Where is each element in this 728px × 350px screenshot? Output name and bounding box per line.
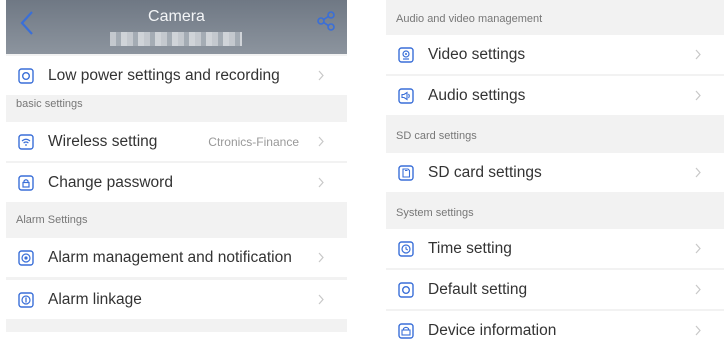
- section-header-alarm-settings: Alarm Settings: [16, 214, 88, 226]
- device-info-icon: [398, 322, 414, 339]
- section-header-sd-card: SD card settings: [396, 130, 477, 142]
- navigation-header: Camera: [6, 0, 347, 54]
- right-settings-panel: Audio and video management Video setting…: [386, 0, 724, 350]
- time-setting-row[interactable]: Time setting: [386, 229, 724, 268]
- chevron-right-icon: [318, 136, 324, 147]
- chevron-right-icon: [318, 294, 324, 305]
- row-label: Time setting: [428, 239, 512, 257]
- row-label: Default setting: [428, 280, 528, 298]
- chevron-right-icon: [695, 243, 701, 254]
- row-label: Audio settings: [428, 86, 526, 104]
- row-label: Device information: [428, 321, 557, 339]
- row-label: Alarm linkage: [48, 290, 142, 308]
- default-setting-row[interactable]: Default setting: [386, 270, 724, 309]
- lock-icon: [18, 174, 34, 191]
- section-header-basic-settings: basic settings: [16, 98, 83, 110]
- section-header-audio-video: Audio and video management: [396, 13, 543, 25]
- low-power-settings-row[interactable]: Low power settings and recording: [6, 56, 347, 95]
- chevron-right-icon: [695, 325, 701, 336]
- device-information-row[interactable]: Device information: [386, 311, 724, 350]
- device-id-blurred: [110, 32, 242, 46]
- sd-card-icon: [398, 164, 414, 181]
- gear-icon: [398, 281, 414, 298]
- chevron-right-icon: [695, 284, 701, 295]
- sd-card-settings-row[interactable]: SD card settings: [386, 153, 724, 192]
- clock-icon: [398, 240, 414, 257]
- wifi-icon: [18, 133, 34, 150]
- chevron-right-icon: [318, 252, 324, 263]
- change-password-row[interactable]: Change password: [6, 163, 347, 202]
- wifi-network-value: Ctronics-Finance: [208, 134, 299, 149]
- camera-icon: [398, 46, 414, 63]
- chevron-right-icon: [695, 49, 701, 60]
- section-header-system-settings: System settings: [396, 207, 474, 219]
- row-label: Low power settings and recording: [48, 66, 280, 84]
- row-label: Change password: [48, 173, 173, 191]
- video-settings-row[interactable]: Video settings: [386, 35, 724, 74]
- chevron-right-icon: [318, 177, 324, 188]
- alarm-management-row[interactable]: Alarm management and notification: [6, 238, 347, 277]
- alarm-linkage-row[interactable]: Alarm linkage: [6, 280, 347, 319]
- wireless-setting-row[interactable]: Wireless setting Ctronics-Finance: [6, 122, 347, 161]
- row-label: Video settings: [428, 45, 526, 63]
- chevron-right-icon: [318, 70, 324, 81]
- row-label: Wireless setting: [48, 132, 158, 150]
- gear-icon: [18, 67, 34, 84]
- speaker-icon: [398, 87, 414, 104]
- audio-settings-row[interactable]: Audio settings: [386, 76, 724, 115]
- chevron-right-icon: [695, 90, 701, 101]
- chevron-right-icon: [695, 167, 701, 178]
- page-title: Camera: [148, 8, 205, 25]
- link-icon: [18, 291, 34, 308]
- row-label: SD card settings: [428, 163, 542, 181]
- row-label: Alarm management and notification: [48, 248, 292, 266]
- alarm-icon: [18, 249, 34, 266]
- share-icon[interactable]: [315, 10, 337, 32]
- left-settings-panel: Camera Low power settings and recording …: [6, 0, 347, 332]
